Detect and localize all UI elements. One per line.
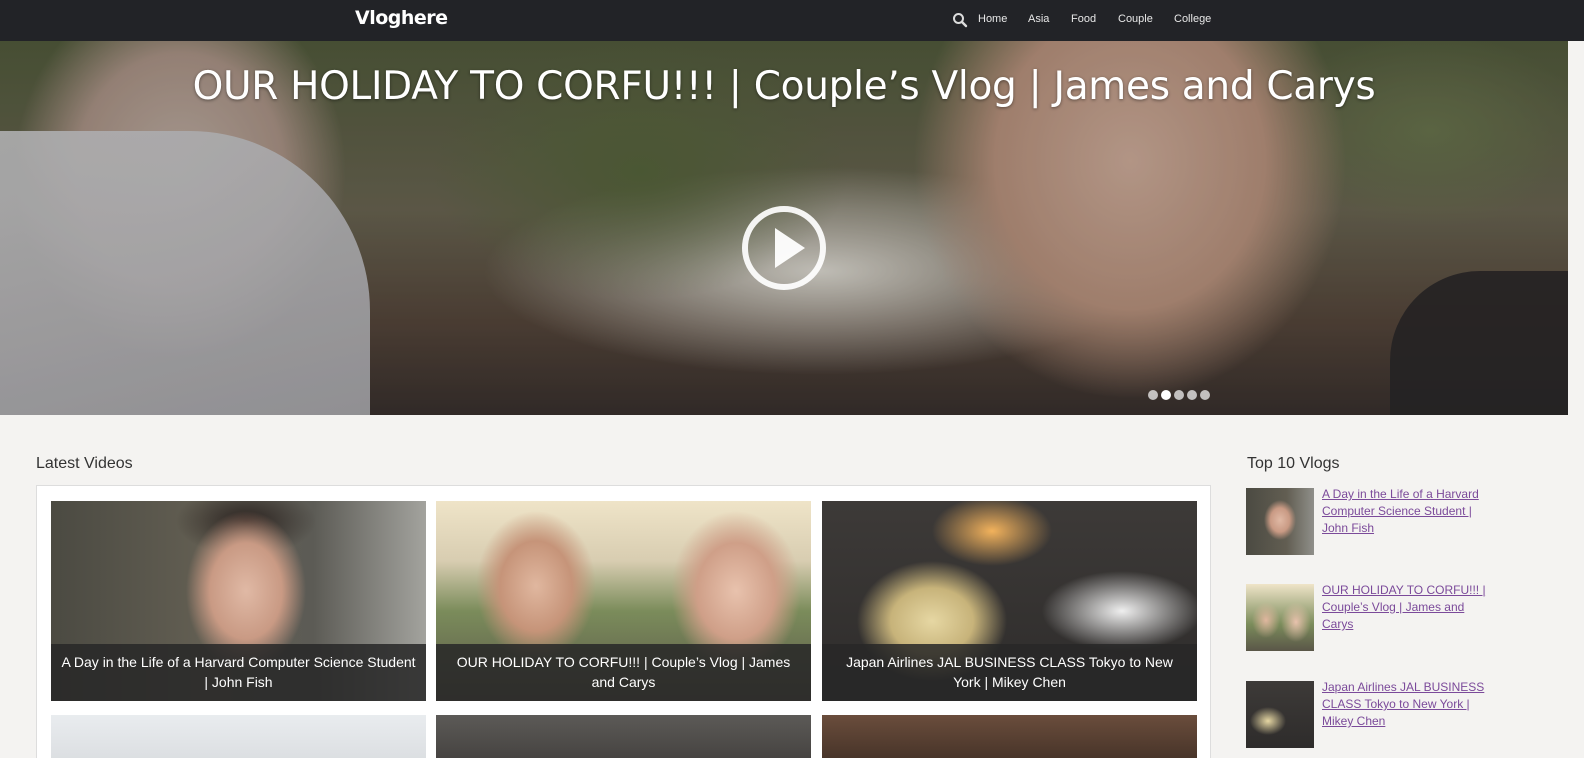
latest-videos-panel: A Day in the Life of a Harvard Computer … [36,485,1211,758]
carousel-dot-3[interactable] [1174,390,1184,400]
carousel-dot-1[interactable] [1148,390,1158,400]
video-card-partial[interactable] [51,715,426,758]
top-vlog-item[interactable]: A Day in the Life of a Harvard Computer … [1246,486,1506,556]
top-vlog-thumbnail[interactable] [1246,584,1314,651]
video-title: OUR HOLIDAY TO CORFU!!! | Couple’s Vlog … [436,644,811,701]
nav-link-home[interactable]: Home [978,13,1007,25]
top-vlog-link[interactable]: A Day in the Life of a Harvard Computer … [1322,486,1497,537]
video-card[interactable]: Japan Airlines JAL BUSINESS CLASS Tokyo … [822,501,1197,701]
play-icon[interactable] [742,206,826,290]
play-triangle [775,228,805,268]
nav-link-asia[interactable]: Asia [1028,13,1049,25]
nav-link-couple[interactable]: Couple [1118,13,1153,25]
nav-link-college[interactable]: College [1174,13,1211,25]
top-vlog-link[interactable]: OUR HOLIDAY TO CORFU!!! | Couple’s Vlog … [1322,582,1497,633]
top-vlog-thumbnail[interactable] [1246,488,1314,555]
video-card-partial[interactable] [822,715,1197,758]
video-title: Japan Airlines JAL BUSINESS CLASS Tokyo … [822,644,1197,701]
nav-link-food[interactable]: Food [1071,13,1096,25]
brand-logo[interactable]: Vloghere [355,7,448,29]
hero-carousel[interactable]: OUR HOLIDAY TO CORFU!!! | Couple’s Vlog … [0,41,1568,415]
video-card[interactable]: OUR HOLIDAY TO CORFU!!! | Couple’s Vlog … [436,501,811,701]
video-thumbnail [822,715,1197,758]
latest-videos-heading: Latest Videos [36,455,133,472]
page-scrollbar[interactable] [1568,41,1584,758]
video-thumbnail [436,715,811,758]
carousel-dot-2[interactable] [1161,390,1171,400]
carousel-dot-4[interactable] [1187,390,1197,400]
video-card[interactable]: A Day in the Life of a Harvard Computer … [51,501,426,701]
top-vlog-item[interactable]: Japan Airlines JAL BUSINESS CLASS Tokyo … [1246,679,1506,749]
top-vlogs-heading: Top 10 Vlogs [1247,455,1340,472]
top-vlog-thumbnail[interactable] [1246,681,1314,748]
top-vlog-item[interactable]: OUR HOLIDAY TO CORFU!!! | Couple’s Vlog … [1246,582,1506,652]
carousel-indicators [1148,390,1210,400]
video-title: A Day in the Life of a Harvard Computer … [51,644,426,701]
hero-title[interactable]: OUR HOLIDAY TO CORFU!!! | Couple’s Vlog … [0,64,1568,109]
video-thumbnail [51,715,426,758]
top-vlog-link[interactable]: Japan Airlines JAL BUSINESS CLASS Tokyo … [1322,679,1497,730]
top-navbar: Vloghere Home Asia Food Couple College [0,0,1584,41]
video-card-partial[interactable] [436,715,811,758]
carousel-dot-5[interactable] [1200,390,1210,400]
search-icon[interactable] [952,12,968,28]
